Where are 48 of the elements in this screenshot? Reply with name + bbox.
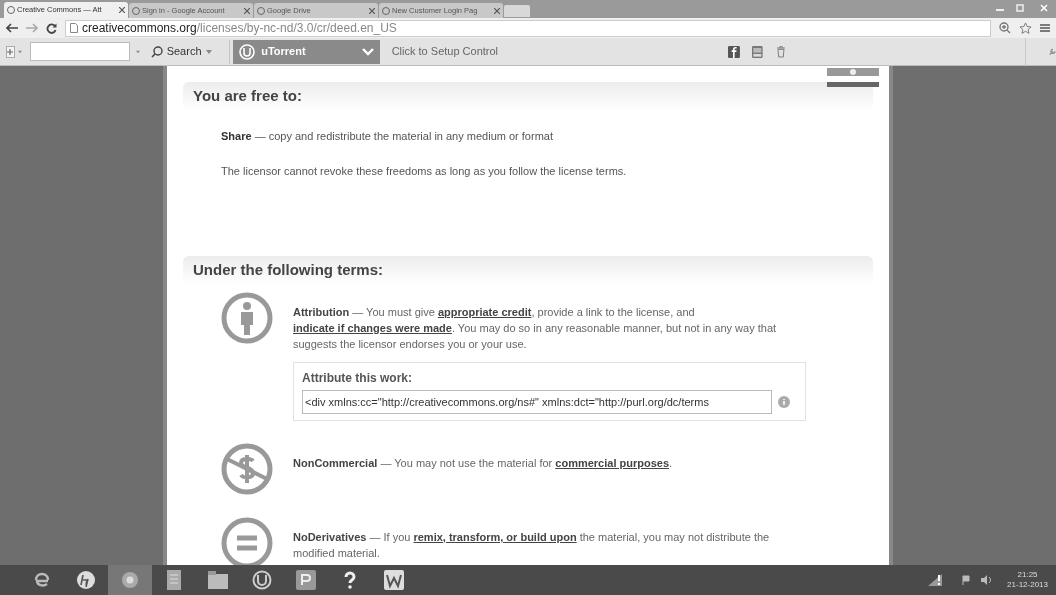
dropdown-icon[interactable]	[17, 49, 22, 54]
link[interactable]: indicate if changes were made	[293, 322, 452, 334]
dropdown-icon[interactable]	[135, 49, 140, 54]
info-icon[interactable]	[778, 396, 790, 408]
clock-date[interactable]: 21-12-2013	[1007, 580, 1048, 590]
maximize-icon[interactable]	[1016, 4, 1024, 12]
flag-icon	[827, 68, 879, 88]
person-icon	[221, 292, 273, 344]
add-button[interactable]	[6, 45, 15, 58]
panel-label: Attribute this work:	[302, 370, 413, 387]
term-description: NonCommercial — You may not use the material for commercial purposes.	[293, 456, 674, 471]
section-heading: Under the following terms:	[193, 259, 383, 280]
license-note: The licensor cannot revoke these freedoms as long as you follow the license terms.	[221, 163, 628, 179]
clock-time[interactable]: 21:25	[1017, 570, 1038, 580]
close-icon[interactable]	[369, 7, 375, 14]
page-icon	[70, 23, 78, 33]
close-icon[interactable]	[244, 7, 250, 14]
back-icon[interactable]	[6, 23, 18, 33]
reload-icon[interactable]	[46, 22, 57, 34]
search-icon	[150, 45, 163, 58]
flag-icon[interactable]	[961, 575, 972, 585]
volume-icon[interactable]	[981, 575, 994, 585]
url-path: /licenses/by-nc-nd/3.0/cr/deed.en_US	[196, 21, 397, 35]
url-host: creativecommons.org	[82, 21, 197, 35]
search-field[interactable]	[29, 42, 130, 61]
link[interactable]: commercial purposes	[555, 457, 669, 469]
zoom-icon[interactable]	[999, 22, 1011, 34]
term-description: Attribution — You must give appropriate credit, provide a link to the license, and indicate if changes were made. You may do so in any reasonable manner, but not in any way that suggests the licensor endorses you or your use.	[293, 305, 778, 352]
code-field[interactable]: <div xmlns:cc="http://creativecommons.org/ns#" xmlns:dct="http://purl.org/dc/terms	[302, 390, 772, 414]
link[interactable]: remix, transform, or build upon	[413, 531, 577, 543]
equals-icon	[221, 517, 273, 565]
trash-icon[interactable]	[776, 43, 785, 60]
chevron-icon	[361, 47, 374, 56]
address-field[interactable]: creativecommons.org/licenses/by-nc-nd/3.0/cr/deed.en_US	[65, 19, 991, 37]
search-button[interactable]: Search	[147, 43, 215, 60]
dropdown-icon	[205, 49, 212, 54]
freedom-text: Share — copy and redistribute the material in any medium or format	[221, 129, 554, 144]
close-icon[interactable]	[119, 7, 125, 13]
utorrent-icon	[239, 43, 256, 60]
no-dollar-icon	[221, 443, 273, 495]
menu-icon[interactable]	[1040, 23, 1050, 33]
close-icon[interactable]	[494, 7, 500, 14]
wrench-icon[interactable]	[1049, 46, 1056, 57]
term-description: NoDerivatives — If you remix, transform, or build upon the material, you may not distribute the modified material.	[293, 530, 771, 561]
setup-link[interactable]: Click to Setup Control	[391, 43, 525, 60]
network-icon[interactable]	[927, 573, 944, 587]
section-heading: You are free to:	[193, 85, 302, 106]
star-icon[interactable]	[1019, 21, 1032, 35]
